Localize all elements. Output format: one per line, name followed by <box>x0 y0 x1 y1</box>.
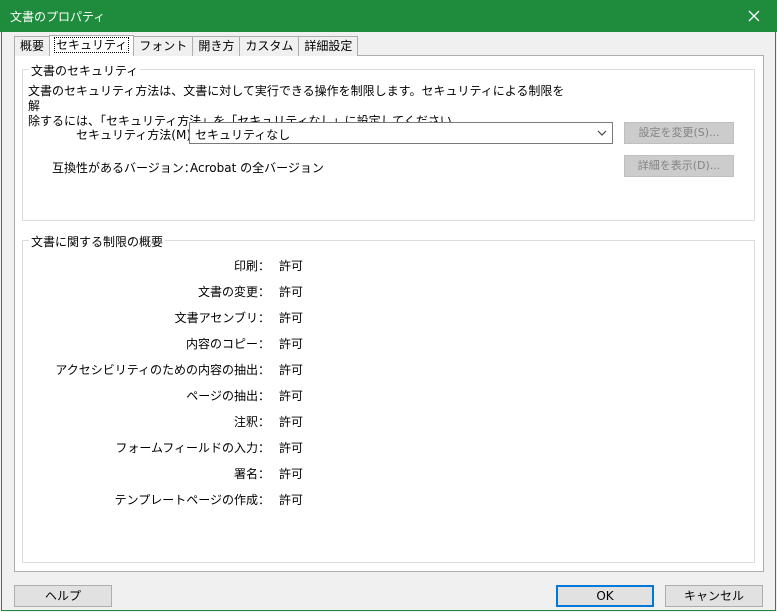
restriction-value: 許可 <box>279 259 304 273</box>
show-details-button[interactable]: 詳細を表示(D)... <box>624 155 734 177</box>
tab-summary[interactable]: 概要 <box>14 36 51 56</box>
security-method-label: セキュリティ方法(M)： <box>76 128 203 142</box>
restriction-label: 印刷： <box>233 259 270 273</box>
restriction-row-form-fill: フォームフィールドの入力： 許可 <box>30 439 360 455</box>
tab-label: 概要 <box>20 39 45 53</box>
restriction-value: 許可 <box>279 337 304 351</box>
group-title: 文書のセキュリティ <box>29 62 141 79</box>
window-title: 文書のプロパティ <box>10 10 106 24</box>
tab-label: 開き方 <box>198 39 235 53</box>
tab-label: 詳細設定 <box>304 39 353 53</box>
compatible-version-value: Acrobat の全バージョン <box>190 161 324 175</box>
restriction-label: 文書の変更： <box>197 285 270 299</box>
restriction-value: 許可 <box>279 311 304 325</box>
tab-label: フォント <box>139 39 188 53</box>
restriction-label: ページの抽出： <box>186 389 270 403</box>
restriction-row-assembly: 文書アセンブリ： 許可 <box>30 309 360 325</box>
close-icon <box>748 10 760 22</box>
restriction-label: 内容のコピー： <box>185 337 270 351</box>
restriction-label: フォームフィールドの入力： <box>115 441 270 455</box>
compatible-version-label: 互換性があるバージョン： <box>52 161 196 175</box>
restriction-row-print: 印刷： 許可 <box>30 257 360 273</box>
tab-strip: 概要 セキュリティ フォント 開き方 カスタム 詳細設定 <box>14 35 359 56</box>
restriction-label: 注釈： <box>233 415 270 429</box>
restriction-value: 許可 <box>279 285 304 299</box>
tab-advanced[interactable]: 詳細設定 <box>298 36 359 56</box>
group-title: 文書に関する制限の概要 <box>29 233 166 250</box>
security-method-select[interactable]: セキュリティなし <box>189 122 613 144</box>
title-bar: 文書のプロパティ <box>0 0 777 32</box>
restriction-row-changing: 文書の変更： 許可 <box>30 283 360 299</box>
restriction-row-copying: 内容のコピー： 許可 <box>30 335 360 351</box>
restriction-label: テンプレートページの作成： <box>114 493 270 507</box>
tab-fonts[interactable]: フォント <box>133 36 194 56</box>
tab-label: セキュリティ <box>54 37 130 53</box>
restriction-row-accessibility: アクセシビリティのための内容の抽出： 許可 <box>30 361 360 377</box>
tab-security[interactable]: セキュリティ <box>49 35 135 56</box>
restriction-value: 許可 <box>279 415 304 429</box>
change-settings-button[interactable]: 設定を変更(S)... <box>624 122 734 144</box>
restriction-label: 文書アセンブリ： <box>174 311 270 325</box>
restriction-row-signing: 署名： 許可 <box>30 465 360 481</box>
tab-label: カスタム <box>245 39 294 53</box>
restriction-value: 許可 <box>279 493 304 507</box>
ok-button[interactable]: OK <box>556 585 654 607</box>
tab-initial-view[interactable]: 開き方 <box>192 36 241 56</box>
restriction-label: アクセシビリティのための内容の抽出： <box>55 363 270 377</box>
restriction-row-page-extraction: ページの抽出： 許可 <box>30 387 360 403</box>
restriction-row-template-pages: テンプレートページの作成： 許可 <box>30 491 360 507</box>
cancel-button[interactable]: キャンセル <box>665 585 763 607</box>
restriction-label: 署名： <box>233 467 270 481</box>
close-button[interactable] <box>731 0 777 32</box>
tab-custom[interactable]: カスタム <box>239 36 300 56</box>
help-button[interactable]: ヘルプ <box>14 585 112 607</box>
restriction-row-commenting: 注釈： 許可 <box>30 413 360 429</box>
description-line: 文書のセキュリティ方法は、文書に対して実行できる操作を制限します。セキュリティに… <box>28 84 565 113</box>
restriction-value: 許可 <box>279 363 304 377</box>
security-method-value: セキュリティなし <box>195 128 291 142</box>
chevron-down-icon <box>597 130 607 136</box>
restriction-value: 許可 <box>279 467 304 481</box>
restriction-value: 許可 <box>279 441 304 455</box>
restriction-value: 許可 <box>279 389 304 403</box>
